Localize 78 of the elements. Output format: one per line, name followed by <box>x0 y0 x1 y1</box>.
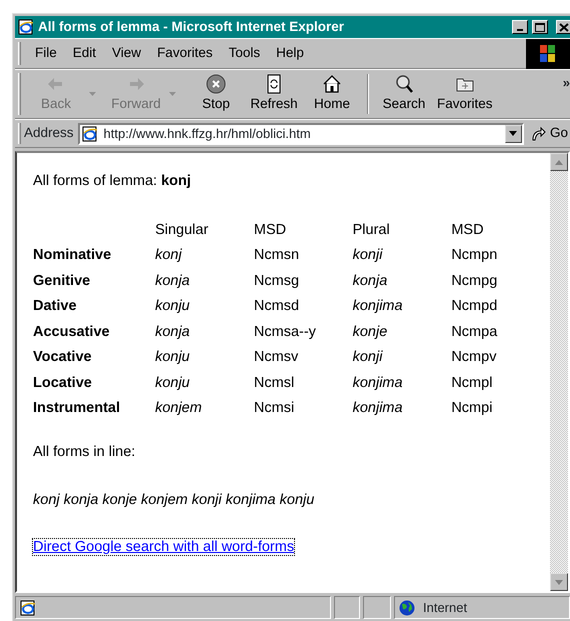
msd-tag: Ncmpa <box>451 324 498 340</box>
forms-in-line-text: konj konja konje konjem konji konjima konju <box>33 490 316 510</box>
window-title: All forms of lemma - Microsoft Internet Explorer <box>38 18 346 36</box>
column-header: MSD <box>451 222 484 238</box>
house-icon <box>322 74 342 94</box>
word-form: konjima <box>352 374 403 391</box>
refresh-button[interactable]: Refresh <box>245 72 303 116</box>
lemma-heading: All forms of lemma: konj <box>33 172 192 191</box>
search-icon <box>394 74 414 94</box>
column-header: MSD <box>254 222 286 238</box>
msd-tag: Ncmpg <box>451 272 498 289</box>
case-label: Accusative <box>33 324 110 340</box>
stop-button[interactable]: Stop <box>187 72 245 116</box>
menu-item[interactable]: Edit <box>64 43 104 64</box>
menu-item[interactable]: Help <box>268 43 312 64</box>
minimize-button[interactable] <box>512 20 528 34</box>
caret-icon <box>168 92 176 96</box>
google-search-link[interactable]: Direct Google search with all word-forms <box>33 539 294 556</box>
word-form: konjima <box>352 400 403 416</box>
dropdown-button[interactable] <box>504 124 522 142</box>
word-form: konjem <box>155 400 202 416</box>
stop-icon <box>206 74 226 94</box>
address-label: Address <box>24 124 74 142</box>
msd-tag: Ncmsi <box>254 400 294 416</box>
page-icon <box>82 126 98 142</box>
msd-tag: Ncmsd <box>254 298 300 314</box>
page-icon <box>18 19 34 35</box>
msd-tag: Ncmsn <box>254 247 300 264</box>
security-zone-label: Internet <box>423 598 468 617</box>
windows-logo-icon <box>526 38 570 68</box>
close-button[interactable] <box>556 20 570 34</box>
search-button[interactable]: Search <box>375 72 433 116</box>
page-icon <box>20 600 36 616</box>
word-form: konju <box>155 298 190 314</box>
home-button[interactable]: Home <box>303 72 361 116</box>
forms-in-line-label: All forms in line: <box>33 442 136 462</box>
go-arrow-icon <box>530 126 546 142</box>
case-label: Nominative <box>33 247 112 264</box>
toolbar-overflow-chevron[interactable]: » <box>562 73 570 92</box>
column-header: Plural <box>352 222 390 238</box>
msd-tag: Ncmpv <box>451 349 496 366</box>
maximize-button[interactable] <box>532 20 548 34</box>
caret-icon <box>88 92 96 96</box>
word-form: konja <box>155 324 190 340</box>
word-form: konj <box>155 247 182 264</box>
msd-tag: Ncmpl <box>451 374 492 391</box>
case-label: Genitive <box>33 272 90 289</box>
menu-item[interactable]: File <box>27 43 65 64</box>
msd-tag: Ncmsl <box>254 374 294 391</box>
status-panel <box>334 596 360 619</box>
favorites-button[interactable]: Favorites <box>433 72 497 116</box>
address-field[interactable]: http://www.hnk.ffzg.hr/hml/oblici.htm <box>78 122 524 144</box>
status-panel <box>363 596 391 619</box>
case-label: Locative <box>33 374 92 391</box>
menu-item[interactable]: View <box>104 43 150 64</box>
word-form: konju <box>155 374 190 391</box>
word-form: konji <box>352 247 382 264</box>
msd-tag: Ncmpd <box>451 298 498 314</box>
word-form: konju <box>155 349 190 366</box>
word-form: konjima <box>352 298 403 314</box>
msd-tag: Ncmsv <box>254 349 298 366</box>
word-form: konja <box>155 272 190 289</box>
caret-icon <box>509 131 518 136</box>
word-form: konja <box>352 272 388 289</box>
case-label: Dative <box>33 298 77 314</box>
word-form: konji <box>352 349 382 366</box>
menu-item[interactable]: Favorites <box>149 43 221 64</box>
case-label: Instrumental <box>33 400 120 416</box>
msd-tag: Ncmsg <box>254 272 300 289</box>
go-button[interactable]: Go <box>524 123 570 144</box>
msd-tag: Ncmpi <box>451 400 492 416</box>
menu-item[interactable]: Tools <box>220 43 268 64</box>
msd-tag: Ncmsa--y <box>254 324 316 340</box>
globe-icon <box>399 600 415 616</box>
case-label: Vocative <box>33 349 92 366</box>
word-form: konje <box>352 324 388 340</box>
msd-tag: Ncmpn <box>451 247 498 264</box>
column-header: Singular <box>155 222 208 238</box>
